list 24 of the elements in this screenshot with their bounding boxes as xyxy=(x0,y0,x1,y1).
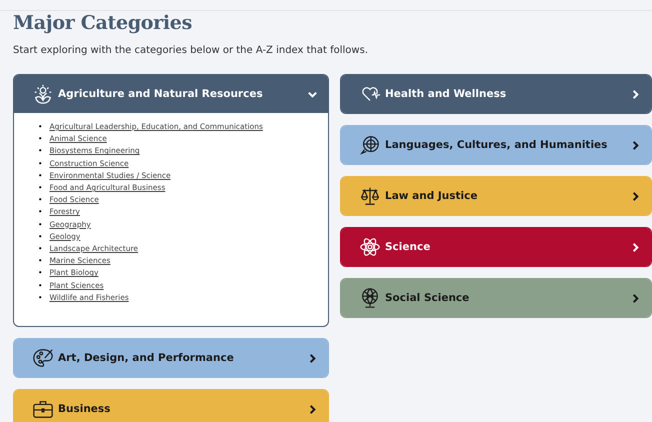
intro-text: Start exploring with the categories below or the A-Z index that follows. xyxy=(13,45,369,56)
atom-icon xyxy=(359,236,381,258)
globe-speech-icon xyxy=(359,134,381,156)
page-heading: Major Categories xyxy=(13,12,193,34)
category-header[interactable]: Business xyxy=(14,390,328,422)
category-header[interactable]: Health and Wellness xyxy=(341,75,651,113)
scales-icon xyxy=(359,185,381,207)
chevron-right-icon xyxy=(630,140,641,150)
chevron-right-icon xyxy=(307,352,318,364)
chevron-right-icon xyxy=(630,242,641,252)
briefcase-icon xyxy=(32,398,54,420)
chevron-right-icon xyxy=(630,190,641,202)
chevron-right-icon xyxy=(630,88,641,100)
category-header[interactable]: Languages, Cultures, and Humanities xyxy=(341,126,651,164)
globe-icon xyxy=(359,287,381,309)
category-header[interactable]: Agriculture and Natural Resources xyxy=(14,75,328,113)
sprout-icon xyxy=(32,83,54,105)
category-header[interactable]: Social Science xyxy=(341,279,651,317)
palette-icon xyxy=(32,347,54,370)
chevron-right-icon xyxy=(307,404,318,415)
chevron-right-icon xyxy=(630,292,641,304)
category-header[interactable]: Science xyxy=(341,228,651,266)
category-header[interactable]: Law and Justice xyxy=(341,177,651,215)
category-header[interactable]: Art, Design, and Performance xyxy=(14,339,328,378)
